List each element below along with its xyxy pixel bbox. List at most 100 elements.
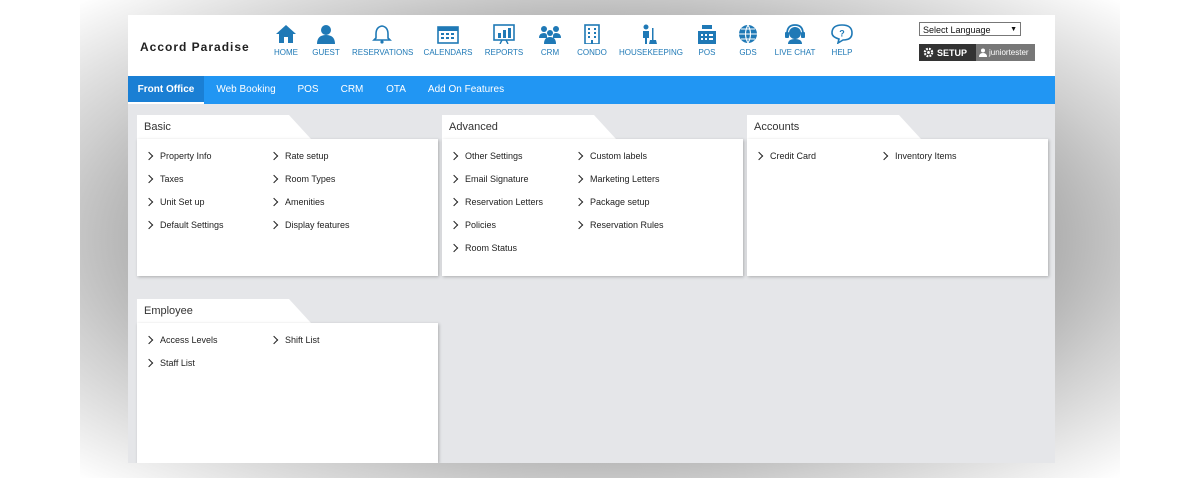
link-label: Email Signature [465, 174, 529, 184]
tab-crm[interactable]: CRM [332, 76, 372, 104]
app-window: Accord Paradise HOME GUEST RESERVATIONS … [128, 15, 1055, 463]
nav-live-chat[interactable]: LIVE CHAT [773, 24, 817, 57]
chevron-right-icon [449, 220, 459, 230]
link-inventory-items[interactable]: Inventory Items [879, 151, 957, 161]
nav-pos[interactable]: POS [693, 24, 721, 57]
tab-add-on-features[interactable]: Add On Features [423, 76, 509, 104]
svg-text:?: ? [839, 29, 845, 39]
panel-title-accounts: Accounts [747, 115, 921, 139]
top-header: Accord Paradise HOME GUEST RESERVATIONS … [128, 15, 1055, 76]
nav-crm[interactable]: CRM [535, 24, 565, 57]
link-default-settings[interactable]: Default Settings [144, 220, 224, 230]
calendar-icon [437, 26, 459, 44]
chevron-right-icon [449, 174, 459, 184]
nav-calendars[interactable]: CALENDARS [423, 24, 473, 57]
link-label: Property Info [160, 151, 212, 161]
tab-ota[interactable]: OTA [378, 76, 414, 104]
link-label: Inventory Items [895, 151, 957, 161]
nav-label: CALENDARS [423, 48, 473, 57]
link-policies[interactable]: Policies [449, 220, 497, 230]
setup-label: SETUP [937, 47, 968, 58]
nav-label: GUEST [312, 48, 340, 57]
link-room-types[interactable]: Room Types [269, 174, 336, 184]
nav-reports[interactable]: REPORTS [484, 24, 524, 57]
headset-icon [785, 24, 805, 44]
link-email-signature[interactable]: Email Signature [449, 174, 529, 184]
link-property-info[interactable]: Property Info [144, 151, 212, 161]
panel-accounts: Credit Card Inventory Items [747, 139, 1048, 276]
link-taxes[interactable]: Taxes [144, 174, 184, 184]
link-unit-set-up[interactable]: Unit Set up [144, 197, 205, 207]
nav-label: HOUSEKEEPING [619, 48, 684, 57]
link-label: Reservation Letters [465, 197, 544, 207]
nav-guest[interactable]: GUEST [311, 24, 341, 57]
user-icon [317, 25, 335, 44]
home-icon [276, 25, 296, 43]
gear-icon [923, 47, 934, 58]
chevron-right-icon [144, 358, 154, 368]
link-label: Custom labels [590, 151, 648, 161]
nav-label: RESERVATIONS [352, 48, 414, 57]
chevron-right-icon [144, 174, 154, 184]
chevron-right-icon [269, 174, 279, 184]
link-room-status[interactable]: Room Status [449, 243, 518, 253]
chevron-right-icon [269, 220, 279, 230]
nav-home[interactable]: HOME [271, 24, 301, 57]
tab-pos[interactable]: POS [288, 76, 328, 104]
link-other-settings[interactable]: Other Settings [449, 151, 523, 161]
link-label: Staff List [160, 358, 195, 368]
link-label: Marketing Letters [590, 174, 660, 184]
link-credit-card[interactable]: Credit Card [754, 151, 816, 161]
link-rate-setup[interactable]: Rate setup [269, 151, 329, 161]
link-reservation-rules[interactable]: Reservation Rules [574, 220, 664, 230]
link-staff-list[interactable]: Staff List [144, 358, 195, 368]
nav-label: GDS [739, 48, 757, 57]
link-access-levels[interactable]: Access Levels [144, 335, 218, 345]
panel-title-employee: Employee [137, 299, 311, 323]
nav-label: HELP [831, 48, 853, 57]
link-label: Default Settings [160, 220, 224, 230]
chevron-right-icon [269, 197, 279, 207]
panel-basic: Property Info Rate setup Taxes Room Type… [137, 139, 438, 276]
chevron-right-icon [754, 151, 764, 161]
link-amenities[interactable]: Amenities [269, 197, 325, 207]
link-package-setup[interactable]: Package setup [574, 197, 650, 207]
link-label: Other Settings [465, 151, 523, 161]
nav-label: POS [698, 48, 716, 57]
link-label: Room Types [285, 174, 336, 184]
link-label: Policies [465, 220, 497, 230]
link-reservation-letters[interactable]: Reservation Letters [449, 197, 544, 207]
building-icon [584, 24, 600, 44]
chevron-right-icon [574, 220, 584, 230]
nav-condo[interactable]: CONDO [575, 24, 609, 57]
link-label: Package setup [590, 197, 650, 207]
nav-gds[interactable]: GDS [734, 24, 762, 57]
link-shift-list[interactable]: Shift List [269, 335, 320, 345]
chevron-right-icon [879, 151, 889, 161]
language-select[interactable]: Select Language ▼ [919, 22, 1021, 36]
user-button[interactable]: juniortester [976, 44, 1035, 61]
chevron-right-icon [449, 243, 459, 253]
link-label: Taxes [160, 174, 184, 184]
nav-reservations[interactable]: RESERVATIONS [352, 24, 414, 57]
link-custom-labels[interactable]: Custom labels [574, 151, 648, 161]
link-label: Shift List [285, 335, 320, 345]
link-label: Display features [285, 220, 350, 230]
link-label: Access Levels [160, 335, 218, 345]
link-label: Reservation Rules [590, 220, 664, 230]
panel-title-advanced: Advanced [442, 115, 616, 139]
tab-front-office[interactable]: Front Office [128, 76, 204, 104]
link-display-features[interactable]: Display features [269, 220, 350, 230]
link-marketing-letters[interactable]: Marketing Letters [574, 174, 660, 184]
panel-advanced: Other Settings Custom labels Email Signa… [442, 139, 743, 276]
tab-web-booking[interactable]: Web Booking [208, 76, 284, 104]
setup-button[interactable]: SETUP [919, 44, 976, 61]
nav-housekeeping[interactable]: HOUSEKEEPING [619, 24, 684, 57]
brand-name: Accord Paradise [140, 40, 250, 54]
link-label: Room Status [465, 243, 518, 253]
chart-icon [493, 24, 515, 44]
nav-help[interactable]: ? HELP [828, 24, 856, 57]
panel-employee: Access Levels Shift List Staff List [137, 323, 438, 463]
help-bubble-icon: ? [831, 24, 853, 44]
user-small-icon [979, 48, 987, 57]
